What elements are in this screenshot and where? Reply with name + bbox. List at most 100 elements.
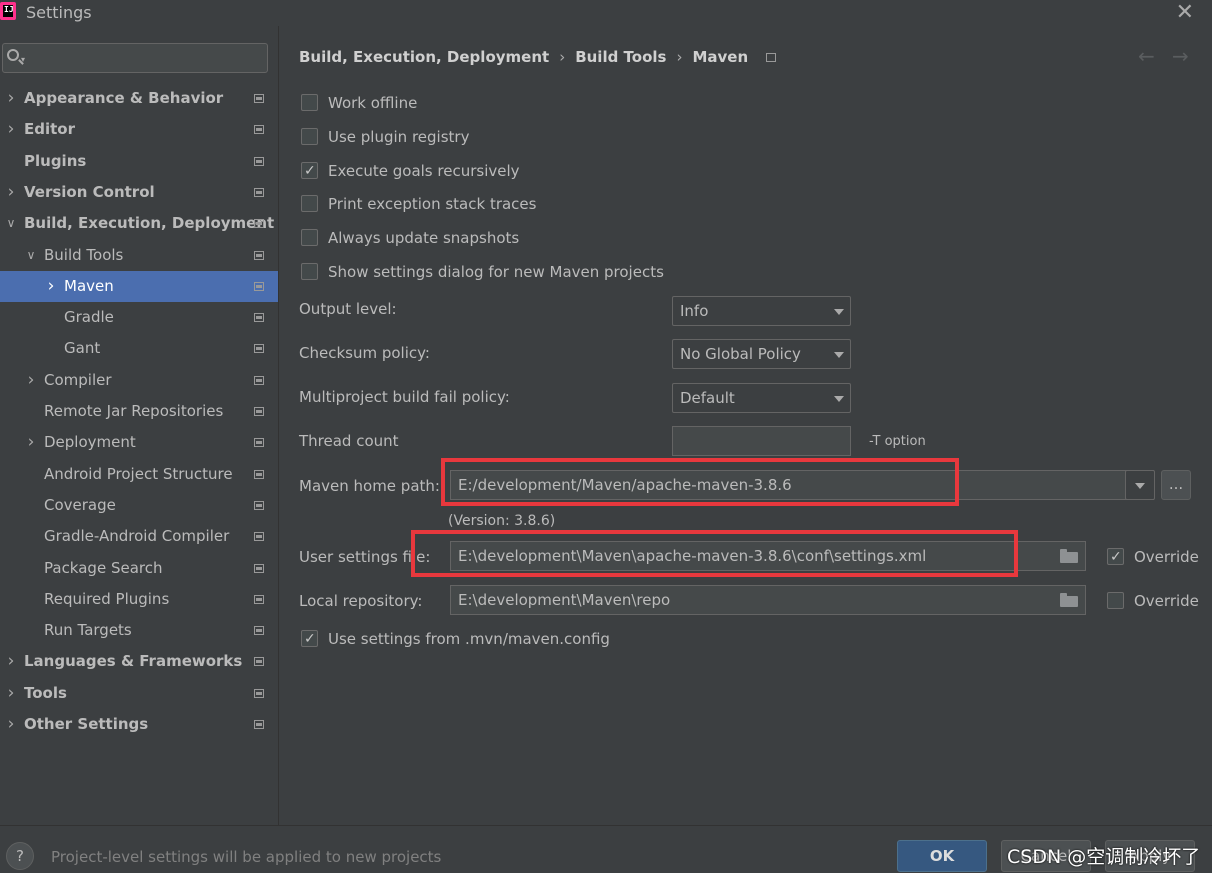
sidebar-item-label: Compiler [44, 370, 112, 389]
chevron-right-icon[interactable]: › [4, 177, 18, 208]
checkbox-box [301, 627, 318, 651]
project-scope-icon [254, 344, 264, 354]
sidebar-item-label: Gant [64, 339, 101, 358]
chevron-right-icon[interactable]: › [4, 114, 18, 145]
chevron-right-icon[interactable]: › [4, 709, 18, 740]
project-scope-icon [254, 313, 264, 323]
chevron-right-icon[interactable]: › [44, 271, 58, 302]
breadcrumb-item[interactable]: Build, Execution, Deployment [299, 48, 549, 66]
sidebar-item-label: Plugins [24, 151, 87, 170]
maven-home-label: Maven home path: [299, 477, 440, 495]
chevron-right-icon[interactable]: › [4, 83, 18, 114]
output-level-value: Info [680, 302, 709, 320]
folder-icon[interactable] [1060, 593, 1078, 607]
checkbox-box [301, 159, 318, 183]
output-level-select[interactable]: Info [672, 296, 851, 326]
sidebar-item[interactable]: Required Plugins [0, 584, 278, 615]
sidebar-item[interactable]: › Maven [0, 270, 278, 302]
checksum-policy-value: No Global Policy [680, 345, 801, 363]
sidebar-item-label: Deployment [44, 433, 136, 452]
window-title: Settings [26, 3, 92, 22]
sidebar-item[interactable]: › Editor [0, 114, 278, 145]
sidebar-item[interactable]: › Deployment [0, 427, 278, 458]
sidebar-item-label: Coverage [44, 495, 116, 514]
sidebar-item[interactable]: › Other Settings [0, 709, 278, 740]
forward-arrow-icon[interactable]: → [1172, 44, 1189, 68]
checkbox-box [1107, 545, 1124, 569]
maven-home-input[interactable]: E:/development/Maven/apache-maven-3.8.6 [450, 470, 1154, 500]
search-input[interactable]: ▾ [2, 43, 268, 73]
checkbox-box [301, 195, 318, 213]
ok-button[interactable]: OK [897, 840, 987, 872]
breadcrumb-separator: › [559, 48, 566, 66]
override-label: Override [1134, 592, 1199, 610]
sidebar-item[interactable]: › Compiler [0, 365, 278, 396]
project-scope-icon [254, 500, 264, 510]
sidebar-item-label: Gradle-Android Compiler [44, 527, 230, 546]
fail-policy-select[interactable]: Default [672, 383, 851, 413]
option-checkbox-label: Show settings dialog for new Maven proje… [328, 263, 664, 281]
maven-home-dropdown[interactable] [1125, 470, 1155, 500]
folder-icon[interactable] [1060, 549, 1078, 563]
sidebar-item-label: Editor [24, 120, 75, 139]
project-scope-icon [254, 187, 264, 197]
chevron-down-icon[interactable]: ∨ [4, 208, 18, 239]
back-arrow-icon[interactable]: ← [1138, 44, 1155, 68]
breadcrumb-item: Maven [692, 48, 749, 66]
sidebar-item[interactable]: Gradle-Android Compiler [0, 521, 278, 552]
sidebar-item[interactable]: Remote Jar Repositories [0, 396, 278, 427]
checksum-policy-label: Checksum policy: [299, 344, 430, 362]
chevron-down-icon [834, 396, 844, 402]
project-scope-icon [766, 53, 777, 62]
sidebar-item[interactable]: Android Project Structure [0, 459, 278, 490]
help-button[interactable]: ? [6, 842, 34, 870]
sidebar-item-label: Package Search [44, 558, 163, 577]
project-scope-icon [254, 94, 264, 103]
checksum-policy-select[interactable]: No Global Policy [672, 339, 851, 369]
thread-count-input[interactable] [672, 426, 851, 456]
user-settings-input[interactable]: E:\development\Maven\apache-maven-3.8.6\… [450, 541, 1086, 571]
intellij-logo-icon: IJ [0, 2, 16, 20]
project-scope-icon [254, 375, 264, 385]
sidebar-item-label: Other Settings [24, 715, 149, 733]
footer-hint: Project-level settings will be applied t… [51, 848, 442, 866]
chevron-right-icon[interactable]: › [4, 646, 18, 677]
sidebar-item[interactable]: Gant [0, 333, 278, 364]
breadcrumb: Build, Execution, Deployment › Build Tools… [299, 48, 777, 66]
project-scope-icon [254, 407, 264, 416]
sidebar-item[interactable]: Run Targets [0, 615, 278, 646]
sidebar-item[interactable]: › Tools [0, 678, 278, 709]
title-bar: IJ Settings ✕ [0, 0, 1212, 26]
output-level-label: Output level: [299, 300, 397, 318]
chevron-down-icon[interactable]: ∨ [24, 240, 38, 271]
sidebar-item[interactable]: Package Search [0, 553, 278, 584]
project-scope-icon [254, 594, 264, 604]
sidebar-item[interactable]: Coverage [0, 490, 278, 521]
sidebar-item-label: Gradle [64, 308, 114, 327]
sidebar-item[interactable]: Gradle [0, 302, 278, 333]
project-scope-icon [254, 532, 264, 542]
chevron-right-icon[interactable]: › [24, 365, 38, 396]
breadcrumb-item[interactable]: Build Tools [575, 48, 666, 66]
sidebar-item[interactable]: ∨ Build Tools [0, 240, 278, 271]
dialog-footer: ? Project-level settings will be applied… [0, 825, 1212, 873]
maven-home-browse-button[interactable]: ... [1161, 470, 1191, 500]
chevron-right-icon[interactable]: › [24, 427, 38, 458]
sidebar-item[interactable]: Plugins [0, 146, 278, 177]
sidebar-item[interactable]: › Appearance & Behavior [0, 83, 278, 114]
option-checkbox-label: Execute goals recursively [328, 161, 520, 180]
project-scope-icon [254, 720, 264, 729]
local-repo-input[interactable]: E:\development\Maven\repo [450, 585, 1086, 615]
sidebar-item[interactable]: › Version Control [0, 177, 278, 208]
project-scope-icon [254, 156, 264, 166]
chevron-down-icon [1135, 483, 1145, 489]
sidebar-item[interactable]: › Languages & Frameworks [0, 646, 278, 677]
project-scope-icon [254, 438, 264, 448]
close-icon[interactable]: ✕ [1176, 0, 1194, 25]
project-scope-icon [254, 281, 264, 291]
local-repo-label: Local repository: [299, 592, 423, 610]
project-scope-icon [254, 657, 264, 667]
fail-policy-label: Multiproject build fail policy: [299, 388, 510, 406]
chevron-right-icon[interactable]: › [4, 678, 18, 709]
sidebar-item[interactable]: ∨ Build, Execution, Deployment [0, 208, 278, 239]
